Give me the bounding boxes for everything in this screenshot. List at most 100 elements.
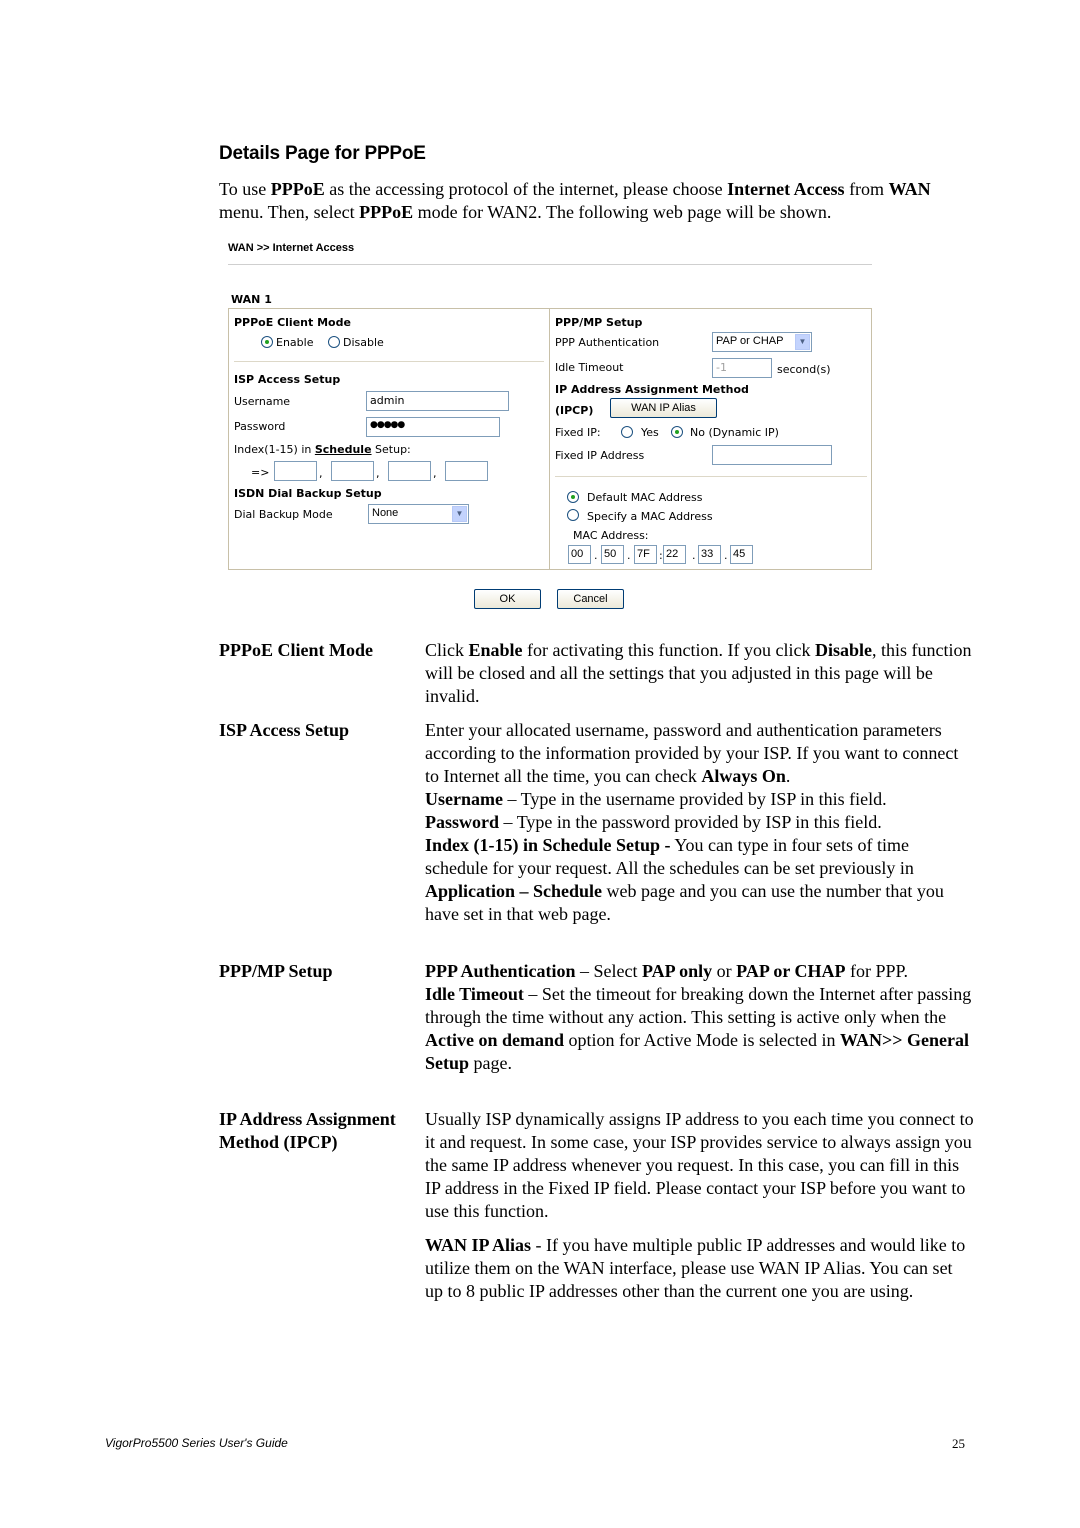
fixed-ip-address-input[interactable] [712,445,832,465]
schedule-link[interactable]: Schedule [315,443,372,456]
pppoe-client-mode-title: PPPoE Client Mode [234,316,351,329]
breadcrumb: WAN >> Internet Access [228,242,355,254]
desc-row: IP Address Assignment Method (IPCP) Usua… [219,1108,979,1348]
desc-body: Enter your allocated username, password … [425,719,975,926]
ppp-auth-select[interactable]: PAP or CHAP ▼ [712,332,812,352]
desc-paragraph: Click Enable for activating this functio… [425,639,975,708]
ppp-mp-title: PPP/MP Setup [555,316,643,329]
mac-octet-2[interactable]: 50 [601,545,624,564]
text: page. [469,1053,512,1073]
text: from [844,179,889,199]
desc-body: PPP Authentication – Select PAP only or … [425,960,975,1075]
mac-octet-6[interactable]: 45 [730,545,753,564]
text: menu. Then, select [219,202,360,222]
mac-octet-3[interactable]: 7F [634,545,657,564]
default-mac-label: Default MAC Address [587,491,703,504]
settings-panel: PPPoE Client Mode Enable Disable ISP Acc… [228,308,872,570]
text: mode for WAN2. The following web page wi… [413,202,832,222]
idle-timeout-input[interactable]: -1 [712,358,772,378]
desc-paragraph: Username – Type in the username provided… [425,788,975,811]
text: – Select [575,961,642,981]
idle-timeout-label: Idle Timeout [555,361,624,374]
specify-mac-radio[interactable] [567,509,579,521]
desc-body: Usually ISP dynamically assigns IP addre… [425,1108,975,1303]
arrow-label: => [251,466,270,479]
bold-text: PAP or CHAP [736,961,846,981]
text: as the accessing protocol of the interne… [324,179,728,199]
cancel-button[interactable]: Cancel [557,589,624,609]
desc-term: PPP/MP Setup [219,961,333,981]
index-suffix: Setup: [375,443,411,456]
page-number: 25 [952,1436,965,1451]
disable-radio[interactable] [328,336,340,348]
bold-text: WAN IP Alias [425,1235,532,1255]
bold-text: Disable [814,640,872,660]
bold-text: PPP Authentication [425,961,576,981]
mac-separator: . [594,549,598,562]
fixed-ip-address-label: Fixed IP Address [555,449,645,462]
enable-label: Enable [276,336,314,349]
schedule-index-1[interactable] [274,461,317,481]
mac-octet-5[interactable]: 33 [698,545,721,564]
divider [228,264,872,265]
ppp-auth-value: PAP or CHAP [716,335,784,347]
column-divider [549,309,550,569]
text: . [785,766,791,786]
fixed-ip-yes-radio[interactable] [621,426,633,438]
text: option for Active Mode is selected in [564,1030,840,1050]
desc-row: PPP/MP Setup PPP Authentication – Select… [219,960,979,1100]
separator: , [319,467,323,480]
mac-separator: . [627,549,631,562]
desc-paragraph: Index (1-15) in Schedule Setup - You can… [425,834,975,926]
bold-text: WAN [888,179,931,199]
text: – Type in the username provided by ISP i… [502,789,887,809]
text: Usually ISP dynamically assigns IP addre… [425,1109,974,1221]
fixed-ip-label: Fixed IP: [555,426,601,439]
text: Click [425,640,469,660]
section-heading: Details Page for PPPoE [219,143,426,164]
bold-text: Enable [468,640,523,660]
disable-label: Disable [343,336,384,349]
desc-paragraph: Idle Timeout – Set the timeout for break… [425,983,975,1075]
schedule-index-4[interactable] [445,461,488,481]
username-label: Username [234,395,291,408]
mac-octet-1[interactable]: 00 [568,545,591,564]
text: or [712,961,737,981]
username-input[interactable]: admin [366,391,509,411]
chevron-down-icon: ▼ [452,506,467,522]
ipcp-title-2: (IPCP) [555,404,594,417]
bold-text: Internet Access [727,179,845,199]
text: To use [219,179,271,199]
dial-backup-mode-select[interactable]: None ▼ [368,504,469,524]
mac-separator: . [692,549,696,562]
chevron-down-icon: ▼ [795,334,810,350]
desc-paragraph: Usually ISP dynamically assigns IP addre… [425,1108,975,1223]
text: for activating this function. If you cli… [522,640,815,660]
desc-body: Click Enable for activating this functio… [425,639,975,708]
desc-term: ISP Access Setup [219,720,350,740]
desc-row: PPPoE Client Mode Click Enable for activ… [219,639,979,709]
desc-paragraph: Enter your allocated username, password … [425,719,975,788]
mac-octet-4[interactable]: 22 [663,545,686,564]
desc-paragraph: Password – Type in the password provided… [425,811,975,834]
wan-label: WAN 1 [231,293,272,306]
desc-paragraph: WAN IP Alias - If you have multiple publ… [425,1234,975,1303]
schedule-index-label: Index(1-15) in Schedule Setup: [234,443,411,456]
ipcp-title: IP Address Assignment Method [555,383,749,396]
text: for PPP. [845,961,909,981]
ok-button[interactable]: OK [474,589,541,609]
isp-access-title: ISP Access Setup [234,373,341,386]
password-input[interactable]: ●●●●● [366,417,500,437]
default-mac-radio[interactable] [567,491,579,503]
wan-ip-alias-button[interactable]: WAN IP Alias [610,398,717,418]
idle-timeout-unit: second(s) [777,363,831,376]
desc-row: ISP Access Setup Enter your allocated us… [219,719,979,949]
ppp-auth-label: PPP Authentication [555,336,660,349]
desc-term: IP Address Assignment Method (IPCP) [219,1109,396,1152]
schedule-index-3[interactable] [388,461,431,481]
schedule-index-2[interactable] [331,461,374,481]
intro-paragraph: To use PPPoE as the accessing protocol o… [219,178,979,224]
fixed-ip-no-radio[interactable] [671,426,683,438]
desc-term: PPPoE Client Mode [219,640,373,660]
enable-radio[interactable] [261,336,273,348]
